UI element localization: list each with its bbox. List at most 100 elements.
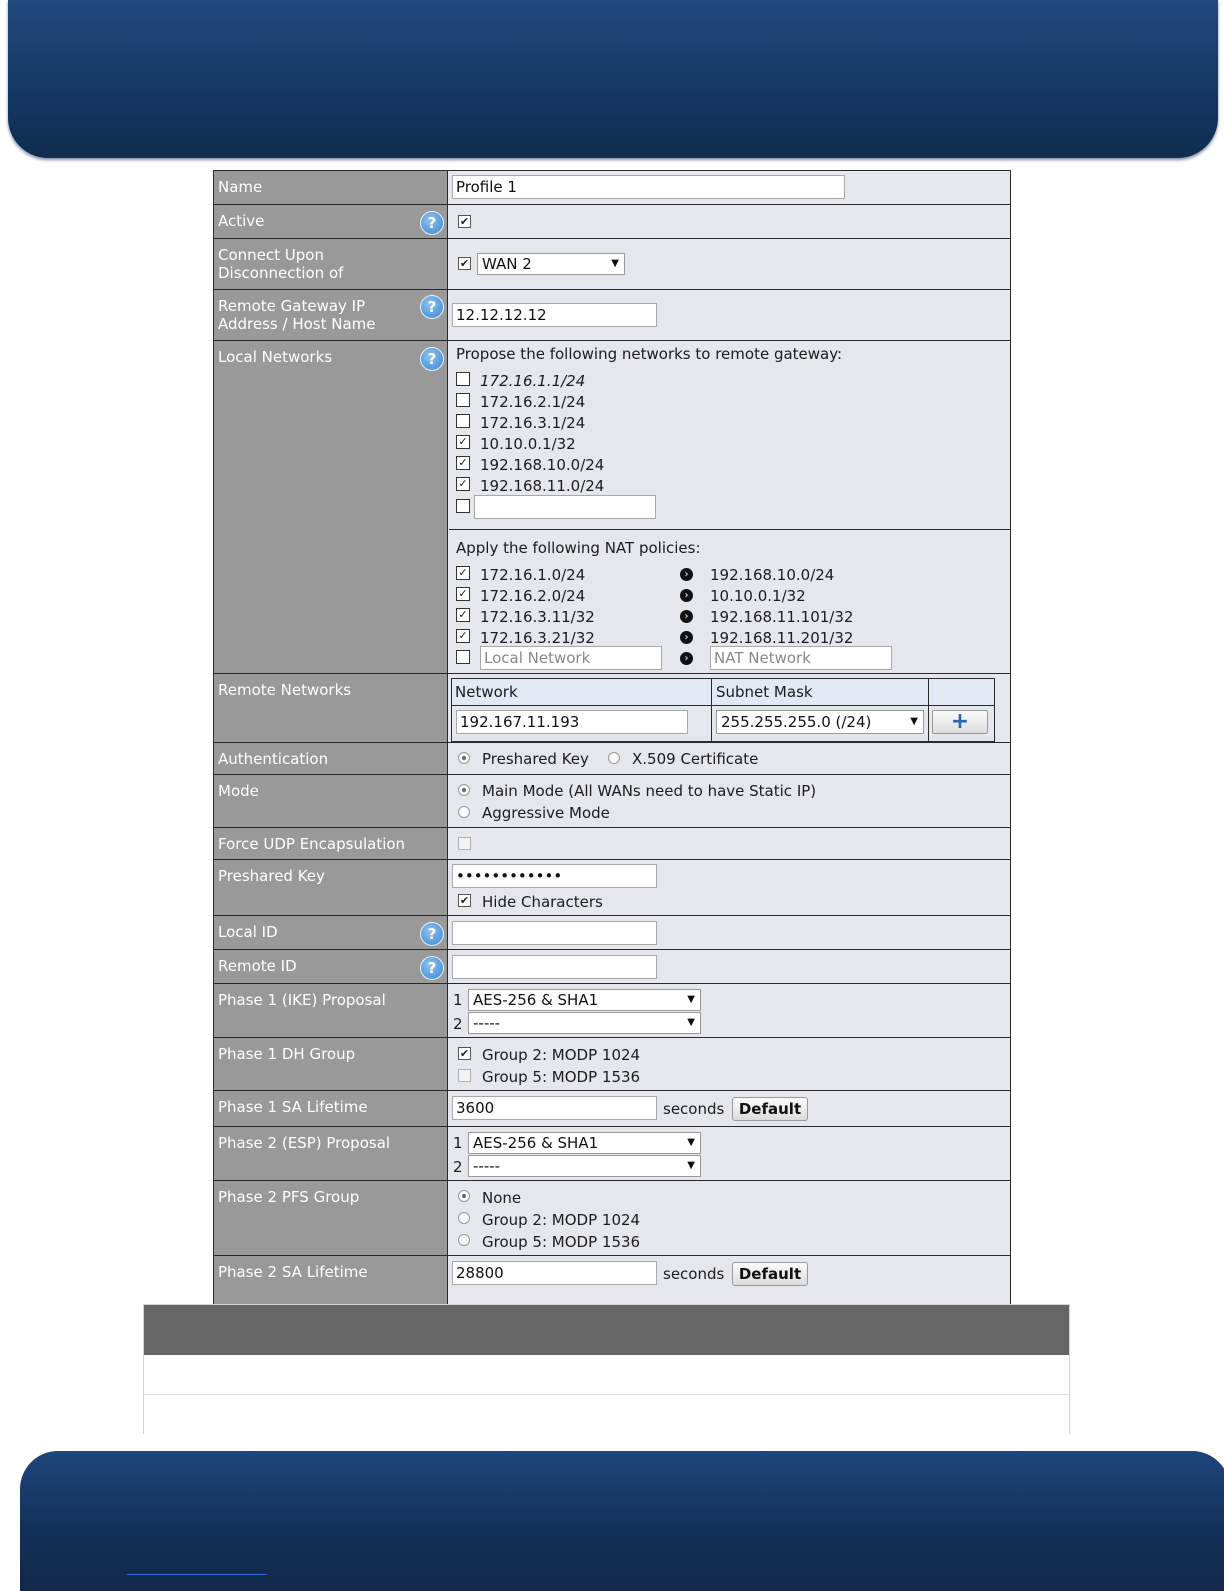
- chevron-down-icon: ▼: [687, 1160, 695, 1171]
- footer-link[interactable]: [127, 1574, 267, 1575]
- row-active: Active ? ✔: [214, 205, 1010, 239]
- nat-local: 172.16.3.21/32: [480, 629, 595, 647]
- force-udp-checkbox[interactable]: [458, 837, 471, 850]
- table-row: [144, 1395, 1069, 1434]
- row-remote-networks: Remote Networks Network Subnet Mask 192.…: [214, 674, 1010, 743]
- network-checkbox[interactable]: ✓: [456, 435, 470, 449]
- network-checkbox[interactable]: [456, 393, 470, 407]
- phase1-lifetime-input[interactable]: 3600: [452, 1096, 657, 1120]
- proposal-number: 1: [453, 1134, 463, 1152]
- nat-checkbox[interactable]: ✓: [456, 629, 470, 643]
- preshared-key-option: Preshared Key: [482, 750, 589, 768]
- main-mode-option: Main Mode (All WANs need to have Static …: [482, 782, 817, 800]
- pfs-group5-option: Group 5: MODP 1536: [482, 1233, 641, 1251]
- aggressive-mode-radio[interactable]: [458, 806, 470, 818]
- nat-target: 192.168.11.201/32: [710, 629, 854, 647]
- phase1-default-button[interactable]: Default: [732, 1097, 808, 1121]
- row-phase2-lifetime: Phase 2 SA Lifetime 28800 seconds Defaul…: [214, 1256, 1010, 1305]
- network-checkbox[interactable]: ✓: [456, 477, 470, 491]
- preshared-key-label: Preshared Key: [218, 867, 325, 885]
- local-id-input[interactable]: [452, 921, 657, 945]
- row-phase1-dh: Phase 1 DH Group ✔ Group 2: MODP 1024 Gr…: [214, 1038, 1010, 1091]
- new-network-input[interactable]: [474, 495, 656, 519]
- col-network: Network: [455, 683, 518, 701]
- phase1-proposal-label: Phase 1 (IKE) Proposal: [218, 991, 386, 1009]
- dh-group2-checkbox[interactable]: ✔: [458, 1047, 471, 1060]
- help-icon[interactable]: ?: [420, 211, 444, 235]
- propose-text: Propose the following networks to remote…: [456, 345, 843, 363]
- pfs-none-radio[interactable]: [458, 1190, 470, 1202]
- phase1-proposal-select-2[interactable]: ----- ▼: [468, 1012, 701, 1034]
- phase2-proposal-select-1[interactable]: AES-256 & SHA1 ▼: [468, 1132, 701, 1154]
- remote-id-input[interactable]: [452, 955, 657, 979]
- help-icon[interactable]: ?: [420, 295, 444, 319]
- remote-gateway-input[interactable]: 12.12.12.12: [452, 303, 657, 327]
- remote-gateway-label: Remote Gateway IP Address / Host Name: [218, 297, 376, 333]
- phase2-lifetime-label: Phase 2 SA Lifetime: [218, 1263, 368, 1281]
- remote-networks-table: Network Subnet Mask 192.167.11.193 255.2…: [451, 678, 995, 742]
- row-phase2-proposal: Phase 2 (ESP) Proposal 1 AES-256 & SHA1 ▼…: [214, 1127, 1010, 1181]
- force-udp-label: Force UDP Encapsulation: [218, 835, 406, 853]
- network-checkbox[interactable]: [456, 372, 470, 386]
- phase1-lifetime-label: Phase 1 SA Lifetime: [218, 1098, 368, 1116]
- help-icon[interactable]: ?: [420, 956, 444, 980]
- nat-local: 172.16.3.11/32: [480, 608, 595, 626]
- dh-group5-checkbox[interactable]: [458, 1069, 471, 1082]
- row-local-id: Local ID ?: [214, 916, 1010, 950]
- help-icon[interactable]: ?: [420, 922, 444, 946]
- proposal-number: 1: [453, 991, 463, 1009]
- active-label: Active: [218, 212, 265, 230]
- local-network-input[interactable]: Local Network: [480, 646, 662, 670]
- connect-upon-label: Connect Upon Disconnection of: [218, 246, 344, 282]
- plus-icon[interactable]: +: [932, 710, 988, 734]
- seconds-label: seconds: [663, 1265, 725, 1283]
- x509-radio[interactable]: [608, 752, 620, 764]
- pfs-group5-radio[interactable]: [458, 1234, 470, 1246]
- phase2-proposal-select-2[interactable]: ----- ▼: [468, 1155, 701, 1177]
- pfs-group2-radio[interactable]: [458, 1212, 470, 1224]
- phase1-proposal-select-1[interactable]: AES-256 & SHA1 ▼: [468, 989, 701, 1011]
- nat-text: Apply the following NAT policies:: [456, 539, 701, 557]
- authentication-label: Authentication: [218, 750, 329, 768]
- remote-id-label: Remote ID: [218, 957, 297, 975]
- name-input[interactable]: Profile 1: [452, 175, 845, 199]
- description-table: [143, 1304, 1070, 1434]
- nat-checkbox[interactable]: [456, 650, 470, 664]
- name-label: Name: [218, 178, 263, 196]
- active-checkbox[interactable]: ✔: [458, 215, 471, 228]
- network-checkbox[interactable]: [456, 499, 470, 513]
- proposal-number: 2: [453, 1015, 463, 1033]
- phase2-proposal-label: Phase 2 (ESP) Proposal: [218, 1134, 391, 1152]
- hide-characters-checkbox[interactable]: ✔: [458, 894, 471, 907]
- local-id-label: Local ID: [218, 923, 278, 941]
- network-value: 192.168.11.0/24: [480, 477, 605, 495]
- connect-upon-checkbox[interactable]: ✔: [458, 257, 471, 270]
- phase2-pfs-label: Phase 2 PFS Group: [218, 1188, 360, 1206]
- nat-target: 192.168.10.0/24: [710, 566, 835, 584]
- pfs-group2-option: Group 2: MODP 1024: [482, 1211, 641, 1229]
- chevron-down-icon: ▼: [687, 994, 695, 1005]
- nat-network-input[interactable]: NAT Network: [710, 646, 892, 670]
- phase2-lifetime-input[interactable]: 28800: [452, 1261, 657, 1285]
- remote-network-input[interactable]: 192.167.11.193: [456, 710, 688, 734]
- row-mode: Mode Main Mode (All WANs need to have St…: [214, 775, 1010, 828]
- main-mode-radio[interactable]: [458, 784, 470, 796]
- remote-networks-label: Remote Networks: [218, 681, 352, 699]
- nat-local: 172.16.1.0/24: [480, 566, 586, 584]
- mode-label: Mode: [218, 782, 259, 800]
- seconds-label: seconds: [663, 1100, 725, 1118]
- help-icon[interactable]: ?: [420, 347, 444, 371]
- wan-select[interactable]: WAN 2 ▼: [477, 253, 625, 275]
- network-checkbox[interactable]: ✓: [456, 456, 470, 470]
- subnet-select[interactable]: 255.255.255.0 (/24) ▼: [716, 710, 924, 734]
- nat-checkbox[interactable]: ✓: [456, 608, 470, 622]
- preshared-key-input[interactable]: ••••••••••••: [452, 864, 657, 888]
- nat-checkbox[interactable]: ✓: [456, 587, 470, 601]
- nat-checkbox[interactable]: ✓: [456, 566, 470, 580]
- preshared-key-radio[interactable]: [458, 752, 470, 764]
- phase2-default-button[interactable]: Default: [732, 1262, 808, 1286]
- row-local-networks: Local Networks ? Propose the following n…: [214, 341, 1010, 674]
- network-checkbox[interactable]: [456, 414, 470, 428]
- arrow-right-icon: ›: [680, 610, 693, 623]
- pfs-none-option: None: [482, 1189, 522, 1207]
